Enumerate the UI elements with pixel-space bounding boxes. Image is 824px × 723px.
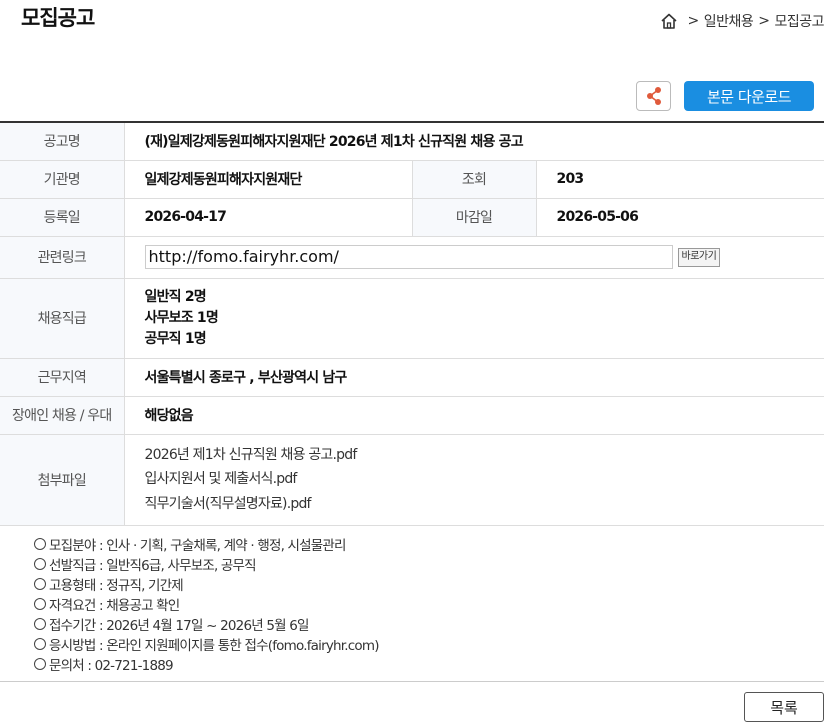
row-dates: 등록일 2026-04-17 마감일 2026-05-06 (0, 198, 824, 237)
views-label: 조회 (412, 160, 537, 199)
breadcrumb: > 일반채용 > 모집공고 (660, 11, 824, 31)
title-value: (재)일제강제동원피해자지원재단 2026년 제1차 신규직원 채용 공고 (124, 122, 824, 161)
notice-item: 모집분야 : 인사 · 기획, 구술채록, 계약 · 행정, 시설물관리 (34, 534, 379, 554)
page-title: 모집공고 (21, 6, 95, 30)
list-button[interactable]: 목록 (744, 692, 824, 722)
views-value: 203 (536, 160, 824, 199)
notice-item: 문의처 : 02-721-1889 (34, 654, 379, 674)
link-label: 관련링크 (0, 236, 125, 279)
bottom-divider (0, 681, 824, 682)
files-cell: 2026년 제1차 신규직원 채용 공고.pdf 입사지원서 및 제출서식.pd… (124, 434, 824, 526)
org-value: 일제강제동원피해자지원재단 (124, 160, 413, 199)
download-body-button[interactable]: 본문 다운로드 (684, 81, 814, 111)
row-positions: 채용직급 일반직 2명 사무보조 1명 공무직 1명 (0, 278, 824, 359)
home-icon[interactable] (660, 12, 678, 30)
circle-bullet-icon (34, 558, 46, 570)
disability-label: 장애인 채용 / 우대 (0, 396, 125, 435)
job-posting-table: 공고명 (재)일제강제동원피해자지원재단 2026년 제1차 신규직원 채용 공… (0, 121, 824, 526)
positions-label: 채용직급 (0, 278, 125, 359)
row-files: 첨부파일 2026년 제1차 신규직원 채용 공고.pdf 입사지원서 및 제출… (0, 434, 824, 526)
region-value: 서울특별시 종로구 , 부산광역시 남구 (124, 358, 824, 397)
breadcrumb-item-recruitment[interactable]: 모집공고 (774, 11, 824, 31)
notice-text: 고용형태 : 정규직, 기간제 (49, 578, 184, 594)
share-button[interactable] (636, 81, 671, 111)
attachment-link[interactable]: 직무기술서(직무설명자료).pdf (145, 492, 824, 517)
notice-item: 선발직급 : 일반직6급, 사무보조, 공무직 (34, 554, 379, 574)
row-disability: 장애인 채용 / 우대 해당없음 (0, 396, 824, 435)
org-label: 기관명 (0, 160, 125, 199)
region-label: 근무지역 (0, 358, 125, 397)
notice-text: 모집분야 : 인사 · 기획, 구술채록, 계약 · 행정, 시설물관리 (49, 538, 346, 554)
circle-bullet-icon (34, 638, 46, 650)
circle-bullet-icon (34, 578, 46, 590)
notice-item: 고용형태 : 정규직, 기간제 (34, 574, 379, 594)
circle-bullet-icon (34, 538, 46, 550)
registered-label: 등록일 (0, 198, 125, 237)
title-label: 공고명 (0, 122, 125, 161)
row-region: 근무지역 서울특별시 종로구 , 부산광역시 남구 (0, 358, 824, 397)
circle-bullet-icon (34, 658, 46, 670)
registered-value: 2026-04-17 (124, 198, 413, 237)
row-link: 관련링크 http://fomo.fairyhr.com/바로가기 (0, 236, 824, 279)
deadline-label: 마감일 (412, 198, 537, 237)
notice-text: 선발직급 : 일반직6급, 사무보조, 공무직 (49, 558, 257, 574)
disability-value: 해당없음 (124, 396, 824, 435)
position-item: 일반직 2명 (144, 288, 207, 305)
breadcrumb-separator: > (758, 13, 770, 29)
row-org: 기관명 일제강제동원피해자지원재단 조회 203 (0, 160, 824, 199)
position-item: 공무직 1명 (144, 330, 207, 347)
share-icon (646, 87, 661, 105)
attachment-link[interactable]: 2026년 제1차 신규직원 채용 공고.pdf (145, 443, 824, 468)
notice-item: 접수기간 : 2026년 4월 17일 ~ 2026년 5월 6일 (34, 614, 379, 634)
notice-text: 자격요건 : 채용공고 확인 (49, 598, 180, 614)
breadcrumb-separator: > (687, 13, 699, 29)
recruitment-notice-list: 모집분야 : 인사 · 기획, 구술채록, 계약 · 행정, 시설물관리 선발직… (34, 534, 379, 674)
files-label: 첨부파일 (0, 434, 125, 526)
breadcrumb-item-general-hiring[interactable]: 일반채용 (704, 11, 754, 31)
row-title: 공고명 (재)일제강제동원피해자지원재단 2026년 제1차 신규직원 채용 공… (0, 122, 824, 161)
positions-cell: 일반직 2명 사무보조 1명 공무직 1명 (124, 278, 824, 359)
deadline-value: 2026-05-06 (536, 198, 824, 237)
related-link-field[interactable]: http://fomo.fairyhr.com/ (144, 245, 673, 269)
notice-text: 응시방법 : 온라인 지원페이지를 통한 접수(fomo.fairyhr.com… (49, 638, 379, 654)
notice-item: 자격요건 : 채용공고 확인 (34, 594, 379, 614)
notice-item: 응시방법 : 온라인 지원페이지를 통한 접수(fomo.fairyhr.com… (34, 634, 379, 654)
position-item: 사무보조 1명 (144, 309, 219, 326)
attachment-link[interactable]: 입사지원서 및 제출서식.pdf (145, 467, 824, 492)
notice-text: 문의처 : 02-721-1889 (49, 658, 174, 674)
goto-link-button[interactable]: 바로가기 (677, 247, 721, 267)
link-cell: http://fomo.fairyhr.com/바로가기 (124, 236, 824, 279)
circle-bullet-icon (34, 618, 46, 630)
notice-text: 접수기간 : 2026년 4월 17일 ~ 2026년 5월 6일 (49, 618, 309, 634)
circle-bullet-icon (34, 598, 46, 610)
